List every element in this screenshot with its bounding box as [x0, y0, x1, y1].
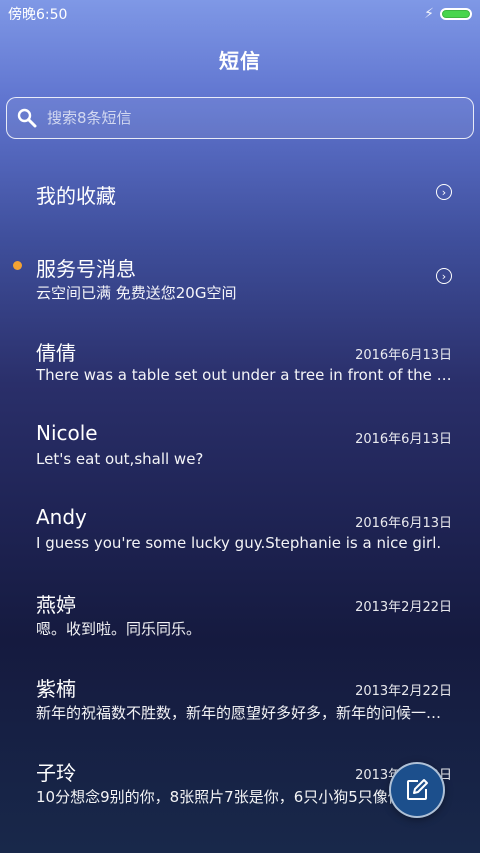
message-row[interactable]: 紫楠 2013年2月22日 新年的祝福数不胜数，新年的愿望好多好多，新年的问候一… [0, 656, 480, 740]
message-date: 2013年2月22日 [355, 684, 452, 699]
service-messages-row[interactable]: 服务号消息 › 云空间已满 免费送您20G空间 [0, 236, 480, 320]
contact-name: Nicole [36, 421, 98, 445]
message-preview: I guess you're some lucky guy.Stephanie … [36, 534, 442, 552]
service-label: 服务号消息 [36, 257, 136, 281]
message-preview: Let's eat out,shall we? [36, 450, 204, 468]
message-preview: 新年的祝福数不胜数，新年的愿望好多好多，新年的问候一条接一条 [36, 704, 452, 722]
message-row[interactable]: 倩倩 2016年6月13日 There was a table set out … [0, 320, 480, 404]
message-date: 2016年6月13日 [355, 516, 452, 531]
message-preview: 嗯。收到啦。同乐同乐。 [36, 620, 202, 638]
favorites-label: 我的收藏 [36, 184, 116, 208]
message-row[interactable]: 燕婷 2013年2月22日 嗯。收到啦。同乐同乐。 [0, 572, 480, 656]
charging-bolt-icon: ⚡ [424, 6, 434, 22]
battery-icon [440, 8, 472, 20]
message-row[interactable]: Nicole 2016年6月13日 Let's eat out,shall we… [0, 404, 480, 488]
search-bar[interactable] [6, 97, 474, 139]
unread-dot [13, 261, 22, 270]
compose-button[interactable] [389, 762, 445, 818]
contact-name: Andy [36, 505, 87, 529]
status-bar: 傍晚6:50 ⚡ [0, 0, 480, 28]
status-icons: ⚡ [424, 6, 472, 22]
message-date: 2016年6月13日 [355, 432, 452, 447]
contact-name: 子玲 [36, 761, 76, 785]
message-date: 2016年6月13日 [355, 348, 452, 363]
service-subtitle: 云空间已满 免费送您20G空间 [36, 284, 237, 302]
status-time: 傍晚6:50 [8, 7, 68, 23]
search-icon [17, 108, 37, 128]
contact-name: 紫楠 [36, 677, 76, 701]
message-date: 2013年2月22日 [355, 600, 452, 615]
contact-name: 倩倩 [36, 341, 76, 365]
compose-icon [407, 779, 428, 800]
page-title: 短信 [219, 49, 261, 73]
message-row[interactable]: Andy 2016年6月13日 I guess you're some luck… [0, 488, 480, 572]
chevron-right-circle-icon: › [436, 184, 452, 200]
favorites-row[interactable]: 我的收藏 › [0, 152, 480, 236]
message-preview: There was a table set out under a tree i… [36, 366, 452, 384]
search-input[interactable] [47, 109, 463, 127]
contact-name: 燕婷 [36, 593, 76, 617]
